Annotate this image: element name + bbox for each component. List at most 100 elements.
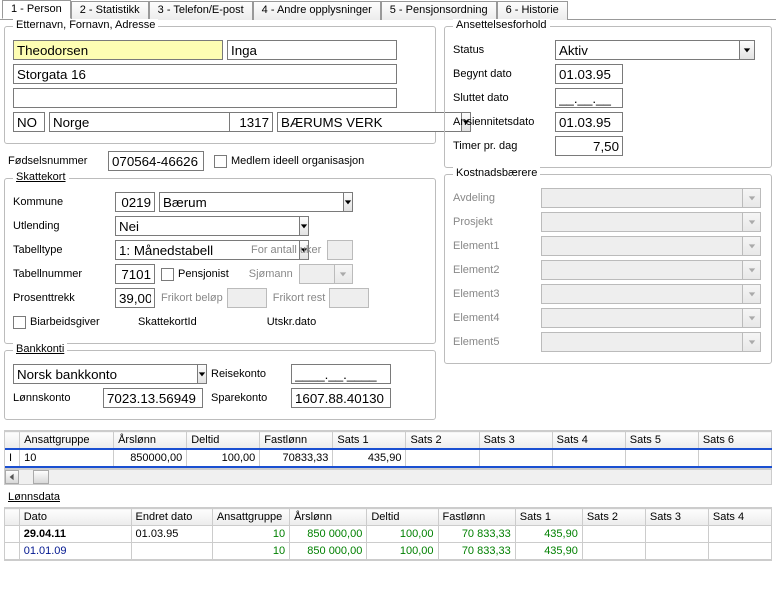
tabelltype-label: Tabelltype [13,244,115,256]
country-code-input[interactable] [13,112,45,132]
grid2-r0c3[interactable]: 850 000,00 [290,526,367,543]
kost-avdeling-dropdown-btn [743,188,761,208]
tabellnr-input[interactable] [115,264,155,284]
grid1-c8[interactable] [625,449,698,467]
kommune-code-input[interactable] [115,192,155,212]
kost-prosjekt-input [541,212,743,232]
grid2-r0c6[interactable]: 435,90 [515,526,582,543]
grid2-r0c8[interactable] [645,526,708,543]
begynt-input[interactable] [555,64,623,84]
grid2-r0c1[interactable]: 01.03.95 [131,526,212,543]
ansiennitet-label: Ansiennitetsdato [453,116,555,128]
scroll-left-icon[interactable] [5,470,19,484]
tab-telefon-epost[interactable]: 3 - Telefon/E-post [149,1,253,20]
grid1-h0[interactable]: Ansattgruppe [20,432,114,450]
utlending-dropdown-btn[interactable] [300,216,309,236]
grid2-r1c3[interactable]: 850 000,00 [290,543,367,560]
city-input[interactable] [277,112,462,132]
grid2-h1[interactable]: Endret dato [131,509,212,526]
grid2-row-1[interactable]: 01.01.09 10 850 000,00 100,00 70 833,33 … [5,543,772,560]
grid2-r1c7[interactable] [582,543,645,560]
grid2-h7[interactable]: Sats 2 [582,509,645,526]
sluttet-input[interactable] [555,88,623,108]
grid1-c5[interactable] [406,449,479,467]
grid1-h4[interactable]: Sats 1 [333,432,406,450]
grid1-row[interactable]: I 10 850000,00 100,00 70833,33 435,90 [5,449,772,467]
grid2-row-0[interactable]: 29.04.11 01.03.95 10 850 000,00 100,00 7… [5,526,772,543]
grid2-h9[interactable]: Sats 4 [708,509,771,526]
grid2-h3[interactable]: Årslønn [290,509,367,526]
grid2-h0[interactable]: Dato [19,509,131,526]
grid1-c2[interactable]: 100,00 [187,449,260,467]
grid2-r0c9[interactable] [708,526,771,543]
lonnsdata-grid[interactable]: Dato Endret dato Ansattgruppe Årslønn De… [4,507,772,561]
biarbeidsgiver-checkbox[interactable] [13,316,26,329]
timer-input[interactable] [555,136,623,156]
grid2-r1c5[interactable]: 70 833,33 [438,543,515,560]
grid1-c4[interactable]: 435,90 [333,449,406,467]
firstname-input[interactable] [227,40,397,60]
grid2-r1c4[interactable]: 100,00 [367,543,438,560]
lonnskonto-input[interactable] [103,388,203,408]
grid2-r1c0[interactable]: 01.01.09 [19,543,131,560]
address2-input[interactable] [13,88,397,108]
status-input[interactable] [555,40,740,60]
grid2-r1c1[interactable] [131,543,212,560]
bank-type-dropdown-btn[interactable] [198,364,207,384]
grid2-h8[interactable]: Sats 3 [645,509,708,526]
kost-prosjekt-dropdown-btn [743,212,761,232]
kommune-input[interactable] [159,192,344,212]
grid2-r0c0[interactable]: 29.04.11 [19,526,131,543]
tab-statistikk[interactable]: 2 - Statistikk [71,1,149,20]
kommune-dropdown-btn[interactable] [344,192,353,212]
grid2-r0c2[interactable]: 10 [212,526,289,543]
scroll-thumb[interactable] [33,470,49,484]
utlending-input[interactable] [115,216,300,236]
grid1-h1[interactable]: Årslønn [114,432,187,450]
grid1-c3[interactable]: 70833,33 [260,449,333,467]
grid1-c9[interactable] [698,449,771,467]
pensjonist-label: Pensjonist [178,268,229,280]
lastname-input[interactable] [13,40,223,60]
grid1-c6[interactable] [479,449,552,467]
tab-pensjonsordning[interactable]: 5 - Pensjonsordning [381,1,497,20]
grid1-h5[interactable]: Sats 2 [406,432,479,450]
grid1-h9[interactable]: Sats 6 [698,432,771,450]
status-dropdown-btn[interactable] [740,40,755,60]
grid2-r1c8[interactable] [645,543,708,560]
grid1-h7[interactable]: Sats 4 [552,432,625,450]
country-input[interactable] [49,112,234,132]
pensjonist-checkbox[interactable] [161,268,174,281]
fnr-input[interactable] [108,151,204,171]
reisekonto-input[interactable] [291,364,391,384]
prosent-input[interactable] [115,288,155,308]
grid2-r1c2[interactable]: 10 [212,543,289,560]
grid1-c0[interactable]: 10 [20,449,114,467]
tab-historie[interactable]: 6 - Historie [497,1,568,20]
grid2-r1c9[interactable] [708,543,771,560]
sparekonto-input[interactable] [291,388,391,408]
grid1-h6[interactable]: Sats 3 [479,432,552,450]
grid2-h5[interactable]: Fastlønn [438,509,515,526]
tab-andre-opplysninger[interactable]: 4 - Andre opplysninger [253,1,381,20]
grid1-c7[interactable] [552,449,625,467]
grid2-r0c7[interactable] [582,526,645,543]
bank-type-input[interactable] [13,364,198,384]
grid2-r0c4[interactable]: 100,00 [367,526,438,543]
grid2-h2[interactable]: Ansattgruppe [212,509,289,526]
grid2-r1c6[interactable]: 435,90 [515,543,582,560]
tab-person[interactable]: 1 - Person [2,0,71,19]
postcode-input[interactable] [229,112,273,132]
grid2-h6[interactable]: Sats 1 [515,509,582,526]
salary-summary-grid[interactable]: Ansattgruppe Årslønn Deltid Fastlønn Sat… [4,430,772,469]
grid1-h3[interactable]: Fastlønn [260,432,333,450]
grid1-h8[interactable]: Sats 5 [625,432,698,450]
ansiennitet-input[interactable] [555,112,623,132]
grid1-scrollbar[interactable] [4,469,772,485]
grid2-r0c5[interactable]: 70 833,33 [438,526,515,543]
grid1-c1[interactable]: 850000,00 [114,449,187,467]
grid2-h4[interactable]: Deltid [367,509,438,526]
grid1-h2[interactable]: Deltid [187,432,260,450]
address1-input[interactable] [13,64,397,84]
medlem-ideell-checkbox[interactable] [214,155,227,168]
